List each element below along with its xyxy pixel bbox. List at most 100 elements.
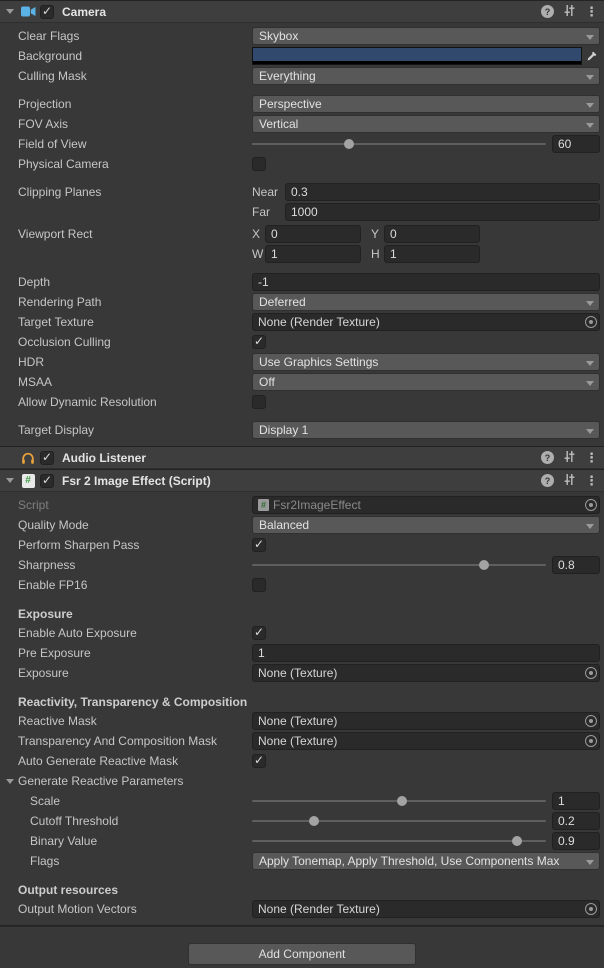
object-picker-icon[interactable] xyxy=(585,667,597,679)
occlusion-culling-checkbox[interactable] xyxy=(252,335,266,349)
quality-mode-dropdown[interactable]: Balanced xyxy=(252,516,600,534)
background-row: Background xyxy=(0,46,604,66)
enable-auto-exposure-checkbox[interactable] xyxy=(252,626,266,640)
sharpness-input[interactable]: 0.8 xyxy=(552,556,600,574)
chevron-down-icon xyxy=(586,429,594,434)
transparency-mask-row: Transparency And Composition Mask None (… xyxy=(0,731,604,751)
transparency-mask-label: Transparency And Composition Mask xyxy=(0,734,252,748)
exposure-field[interactable]: None (Texture) xyxy=(252,664,600,682)
viewport-rect-wh-row: W 1 H 1 xyxy=(0,244,604,264)
viewport-y-input[interactable]: 0 xyxy=(384,225,480,243)
eyedropper-icon[interactable] xyxy=(584,48,600,64)
slider-handle[interactable] xyxy=(344,139,354,149)
scale-slider[interactable] xyxy=(252,792,546,810)
help-icon[interactable]: ? xyxy=(541,451,554,464)
foldout-expanded-icon[interactable] xyxy=(4,475,16,487)
projection-dropdown[interactable]: Perspective xyxy=(252,95,600,113)
output-motion-vectors-label: Output Motion Vectors xyxy=(0,902,252,916)
allow-dynamic-resolution-checkbox[interactable] xyxy=(252,395,266,409)
near-input[interactable]: 0.3 xyxy=(285,183,600,201)
physical-camera-checkbox[interactable] xyxy=(252,157,266,171)
object-picker-icon[interactable] xyxy=(585,903,597,915)
physical-camera-label: Physical Camera xyxy=(0,157,252,171)
depth-input[interactable]: -1 xyxy=(252,273,600,291)
h-label: H xyxy=(371,247,384,261)
camera-body: Clear Flags Skybox Background Culling Ma… xyxy=(0,23,604,446)
depth-row: Depth -1 xyxy=(0,272,604,292)
quality-mode-label: Quality Mode xyxy=(0,518,252,532)
allow-dynamic-resolution-row: Allow Dynamic Resolution xyxy=(0,392,604,412)
target-display-dropdown[interactable]: Display 1 xyxy=(252,421,600,439)
msaa-dropdown[interactable]: Off xyxy=(252,373,600,391)
generate-reactive-parameters-row[interactable]: Generate Reactive Parameters xyxy=(0,771,604,791)
help-icon[interactable]: ? xyxy=(541,474,554,487)
add-component-button[interactable]: Add Component xyxy=(188,943,416,965)
transparency-mask-field[interactable]: None (Texture) xyxy=(252,732,600,750)
slider-handle[interactable] xyxy=(309,816,319,826)
depth-label: Depth xyxy=(0,275,252,289)
fsr2-enabled-checkbox[interactable] xyxy=(40,474,54,488)
presets-icon[interactable] xyxy=(563,4,576,20)
object-picker-icon[interactable] xyxy=(585,735,597,747)
viewport-rect-xy-row: Viewport Rect X 0 Y 0 xyxy=(0,224,604,244)
context-menu-icon[interactable]: ⋮ xyxy=(585,474,598,487)
context-menu-icon[interactable]: ⋮ xyxy=(585,451,598,464)
foldout-expanded-icon[interactable] xyxy=(4,6,16,18)
output-motion-vectors-field[interactable]: None (Render Texture) xyxy=(252,900,600,918)
object-picker-icon[interactable] xyxy=(585,715,597,727)
binary-value-row: Binary Value 0.9 xyxy=(0,831,604,851)
scale-input[interactable]: 1 xyxy=(552,792,600,810)
reactive-mask-field[interactable]: None (Texture) xyxy=(252,712,600,730)
camera-enabled-checkbox[interactable] xyxy=(40,5,54,19)
camera-icon xyxy=(20,5,36,19)
fov-axis-dropdown[interactable]: Vertical xyxy=(252,115,600,133)
foldout-expanded-icon[interactable] xyxy=(4,775,16,787)
audio-listener-enabled-checkbox[interactable] xyxy=(40,451,54,465)
binary-value-input[interactable]: 0.9 xyxy=(552,832,600,850)
cutoff-threshold-row: Cutoff Threshold 0.2 xyxy=(0,811,604,831)
output-section-header: Output resources xyxy=(0,883,252,897)
background-color-swatch[interactable] xyxy=(252,47,582,65)
object-picker-icon[interactable] xyxy=(585,499,597,511)
chevron-down-icon xyxy=(586,381,594,386)
enable-auto-exposure-label: Enable Auto Exposure xyxy=(0,626,252,640)
presets-icon[interactable] xyxy=(563,473,576,489)
fsr2-component-header[interactable]: # Fsr 2 Image Effect (Script) ? ⋮ xyxy=(0,469,604,492)
object-picker-icon[interactable] xyxy=(585,316,597,328)
perform-sharpen-pass-checkbox[interactable] xyxy=(252,538,266,552)
rendering-path-dropdown[interactable]: Deferred xyxy=(252,293,600,311)
slider-handle[interactable] xyxy=(512,836,522,846)
slider-handle[interactable] xyxy=(397,796,407,806)
binary-value-slider[interactable] xyxy=(252,832,546,850)
clear-flags-dropdown[interactable]: Skybox xyxy=(252,27,600,45)
viewport-x-input[interactable]: 0 xyxy=(265,225,361,243)
far-input[interactable]: 1000 xyxy=(285,203,600,221)
cutoff-threshold-slider[interactable] xyxy=(252,812,546,830)
chevron-down-icon xyxy=(586,361,594,366)
culling-mask-dropdown[interactable]: Everything xyxy=(252,67,600,85)
slider-handle[interactable] xyxy=(479,560,489,570)
chevron-down-icon xyxy=(586,301,594,306)
viewport-h-input[interactable]: 1 xyxy=(384,245,480,263)
hdr-dropdown[interactable]: Use Graphics Settings xyxy=(252,353,600,371)
flags-dropdown[interactable]: Apply Tonemap, Apply Threshold, Use Comp… xyxy=(252,852,600,870)
auto-generate-reactive-mask-checkbox[interactable] xyxy=(252,754,266,768)
context-menu-icon[interactable]: ⋮ xyxy=(585,5,598,18)
chevron-down-icon xyxy=(586,123,594,128)
hdr-label: HDR xyxy=(0,355,252,369)
reactivity-section-header: Reactivity, Transparency & Composition xyxy=(0,695,252,709)
sharpness-slider[interactable] xyxy=(252,556,546,574)
pre-exposure-input[interactable]: 1 xyxy=(252,644,600,662)
target-texture-field[interactable]: None (Render Texture) xyxy=(252,313,600,331)
chevron-down-icon xyxy=(586,524,594,529)
audio-listener-component-header[interactable]: Audio Listener ? ⋮ xyxy=(0,446,604,469)
presets-icon[interactable] xyxy=(563,450,576,466)
field-of-view-slider[interactable] xyxy=(252,135,546,153)
enable-fp16-checkbox[interactable] xyxy=(252,578,266,592)
field-of-view-input[interactable]: 60 xyxy=(552,135,600,153)
camera-component-header[interactable]: Camera ? ⋮ xyxy=(0,0,604,23)
viewport-w-input[interactable]: 1 xyxy=(265,245,361,263)
output-motion-vectors-row: Output Motion Vectors None (Render Textu… xyxy=(0,899,604,919)
cutoff-threshold-input[interactable]: 0.2 xyxy=(552,812,600,830)
help-icon[interactable]: ? xyxy=(541,5,554,18)
